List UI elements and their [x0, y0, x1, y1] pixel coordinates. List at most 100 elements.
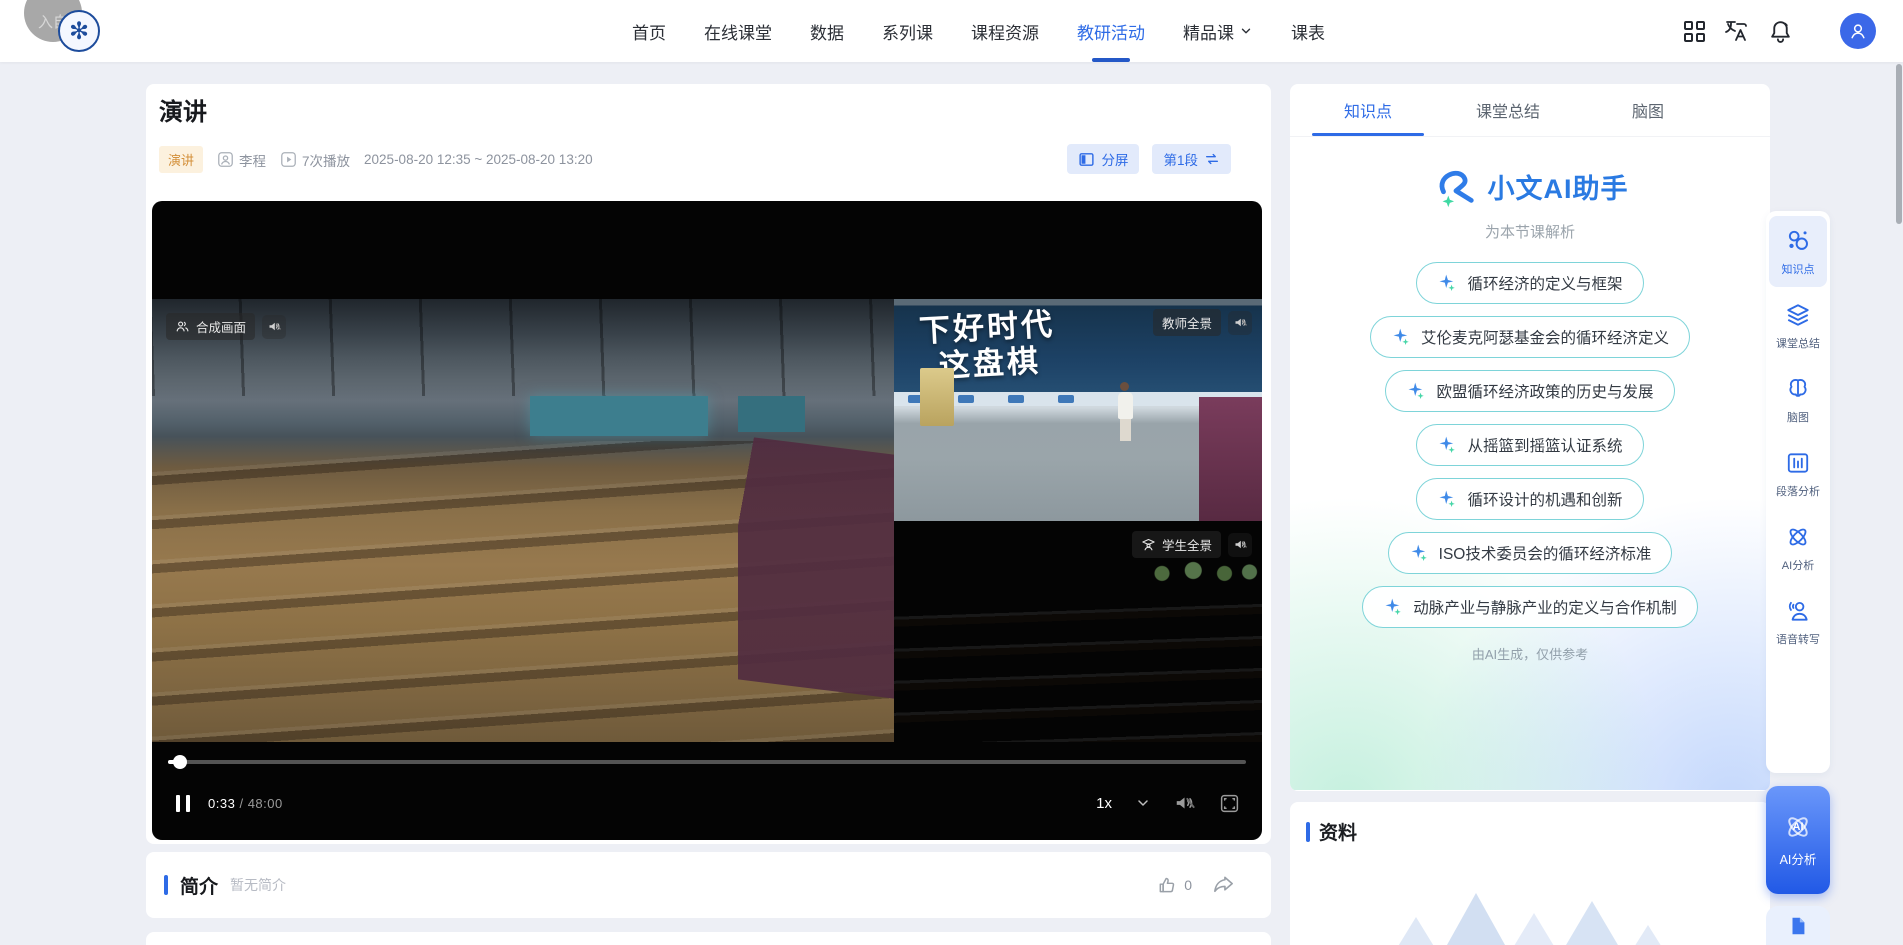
projection-screen: [738, 396, 805, 431]
nav-item-resources[interactable]: 课程资源: [971, 0, 1039, 62]
segment-selector-button[interactable]: 第1段: [1152, 144, 1231, 174]
split-screen-label: 分屏: [1101, 149, 1128, 169]
teacher-label: 教师全景: [1153, 309, 1252, 336]
like-button[interactable]: 0: [1157, 875, 1192, 896]
tab-class-summary[interactable]: 课堂总结: [1452, 84, 1564, 136]
nav-item-premium-courses[interactable]: 精品课: [1183, 0, 1253, 62]
lesson-card: 演讲 演讲 李程 7次播放 2025-08-20 12:35 ~ 2025-08…: [146, 84, 1271, 844]
like-count: 0: [1184, 877, 1192, 893]
lesson-tag-badge: 演讲: [159, 146, 203, 173]
video-player[interactable]: 合成画面 下好时代 这盘棋: [152, 201, 1262, 840]
rail-item-knowledge-points[interactable]: 知识点: [1769, 216, 1827, 287]
knowledge-point[interactable]: 循环设计的机遇和创新: [1416, 478, 1643, 520]
knowledge-point[interactable]: ISO技术委员会的循环经济标准: [1388, 532, 1673, 574]
sparkle-icon: [1406, 381, 1426, 401]
nav-item-home[interactable]: 首页: [632, 0, 666, 62]
grid-glyph: [1684, 21, 1705, 42]
knowledge-point[interactable]: 艾伦麦克阿瑟基金会的循环经济定义: [1370, 316, 1690, 358]
rail-item-ai-analysis[interactable]: AI分析: [1769, 512, 1827, 583]
nav-label: 精品课: [1183, 19, 1234, 44]
rail-item-class-summary[interactable]: 课堂总结: [1769, 290, 1827, 361]
teacher-meta: 李程: [217, 150, 266, 170]
knowledge-point[interactable]: 从摇篮到摇篮认证系统: [1416, 424, 1643, 466]
person-icon: [1848, 21, 1868, 41]
apps-grid-icon[interactable]: [1681, 18, 1707, 44]
nav-item-data[interactable]: 数据: [810, 0, 844, 62]
share-icon[interactable]: [1212, 874, 1235, 897]
university-logo: ✻: [58, 10, 100, 52]
translate-icon[interactable]: [1724, 18, 1750, 44]
pause-button[interactable]: [176, 795, 190, 812]
knowledge-bubbles-icon: [1785, 228, 1811, 254]
paragraph-analysis-icon: [1785, 450, 1811, 476]
play-count-meta: 7次播放: [280, 150, 350, 170]
split-screen-button[interactable]: 分屏: [1067, 144, 1139, 174]
rail-item-paragraph-analysis[interactable]: 段落分析: [1769, 438, 1827, 509]
knowledge-point[interactable]: 循环经济的定义与框架: [1416, 262, 1643, 304]
lesson-time-range: 2025-08-20 12:35 ~ 2025-08-20 13:20: [364, 152, 593, 167]
knowledge-point-label: ISO技术委员会的循环经济标准: [1439, 542, 1652, 564]
notification-bell-icon[interactable]: [1767, 18, 1793, 44]
ai-analysis-floating-button[interactable]: AI AI分析: [1766, 786, 1830, 894]
ai-panel-tabs: 知识点 课堂总结 脑图: [1290, 84, 1770, 137]
knowledge-point-label: 从摇篮到摇篮认证系统: [1467, 434, 1622, 456]
ai-badge-icon: AI: [1783, 812, 1813, 842]
fullscreen-icon[interactable]: [1219, 793, 1240, 814]
page-scrollbar[interactable]: [1896, 64, 1902, 224]
composite-mute-icon[interactable]: [262, 315, 286, 339]
nav-item-teaching-research[interactable]: 教研活动: [1077, 0, 1145, 62]
volume-muted-icon[interactable]: [1174, 792, 1196, 814]
ai-assistant-name: 小文AI助手: [1488, 167, 1629, 206]
tab-knowledge-points[interactable]: 知识点: [1312, 84, 1424, 136]
progress-handle[interactable]: [173, 755, 187, 769]
rail-label: 知识点: [1782, 261, 1815, 277]
ai-disclaimer: 由AI生成，仅供参考: [1290, 644, 1770, 663]
ai-assistant-header: 小文AI助手: [1290, 163, 1770, 209]
nav-item-online-class[interactable]: 在线课堂: [704, 0, 772, 62]
rail-item-mindmap[interactable]: 脑图: [1769, 364, 1827, 435]
progress-bar[interactable]: [168, 760, 1246, 764]
nav-label: 教研活动: [1077, 19, 1145, 44]
materials-header: 资料: [1290, 802, 1770, 845]
knowledge-point[interactable]: 欧盟循环经济政策的历史与发展: [1385, 370, 1674, 412]
nav-label: 首页: [632, 19, 666, 44]
sparkle-icon: [1391, 327, 1411, 347]
sparkle-icon: [1409, 543, 1429, 563]
active-tab-underline: [1092, 58, 1130, 62]
sparkle-icon: [1437, 435, 1457, 455]
nav-item-timetable[interactable]: 课表: [1291, 0, 1325, 62]
section-accent-bar: [164, 875, 168, 895]
speaker-figure: [1120, 382, 1129, 391]
student-label-text: 学生全景: [1162, 535, 1212, 554]
playback-speed[interactable]: 1x: [1096, 795, 1112, 812]
speaker-figure: [1118, 392, 1133, 419]
segment-label: 第1段: [1163, 149, 1198, 169]
nav-item-series[interactable]: 系列课: [882, 0, 933, 62]
play-count: 7次播放: [302, 150, 350, 170]
speaker-figure: [1120, 419, 1131, 441]
knowledge-point-label: 循环设计的机遇和创新: [1467, 488, 1622, 510]
time-separator: /: [239, 796, 243, 811]
teacher-label-pill: 教师全景: [1153, 309, 1221, 336]
nav-label: 在线课堂: [704, 19, 772, 44]
split-screen-icon: [1078, 151, 1095, 168]
student-mute-icon[interactable]: [1228, 533, 1252, 557]
student-label: 学生全景: [1132, 531, 1252, 558]
next-section-card: [146, 932, 1271, 945]
play-count-icon: [280, 151, 297, 168]
tab-label: 知识点: [1344, 98, 1392, 122]
ai-assistant-logo: [1432, 163, 1478, 209]
user-avatar[interactable]: [1840, 13, 1876, 49]
knowledge-point[interactable]: 动脉产业与静脉产业的定义与合作机制: [1362, 586, 1698, 628]
teacher-mute-icon[interactable]: [1228, 311, 1252, 335]
brain-icon: [1785, 376, 1811, 402]
tab-mindmap[interactable]: 脑图: [1592, 84, 1704, 136]
swap-arrows-icon: [1204, 151, 1220, 167]
sparkle-icon: [1383, 597, 1403, 617]
speech-transcription-icon: [1785, 598, 1811, 624]
student-view: 学生全景: [894, 521, 1262, 742]
speed-chevron-icon[interactable]: [1135, 795, 1151, 811]
document-floating-button[interactable]: [1766, 906, 1830, 945]
plants: [1137, 556, 1262, 585]
rail-item-speech-transcription[interactable]: 语音转写: [1769, 586, 1827, 657]
